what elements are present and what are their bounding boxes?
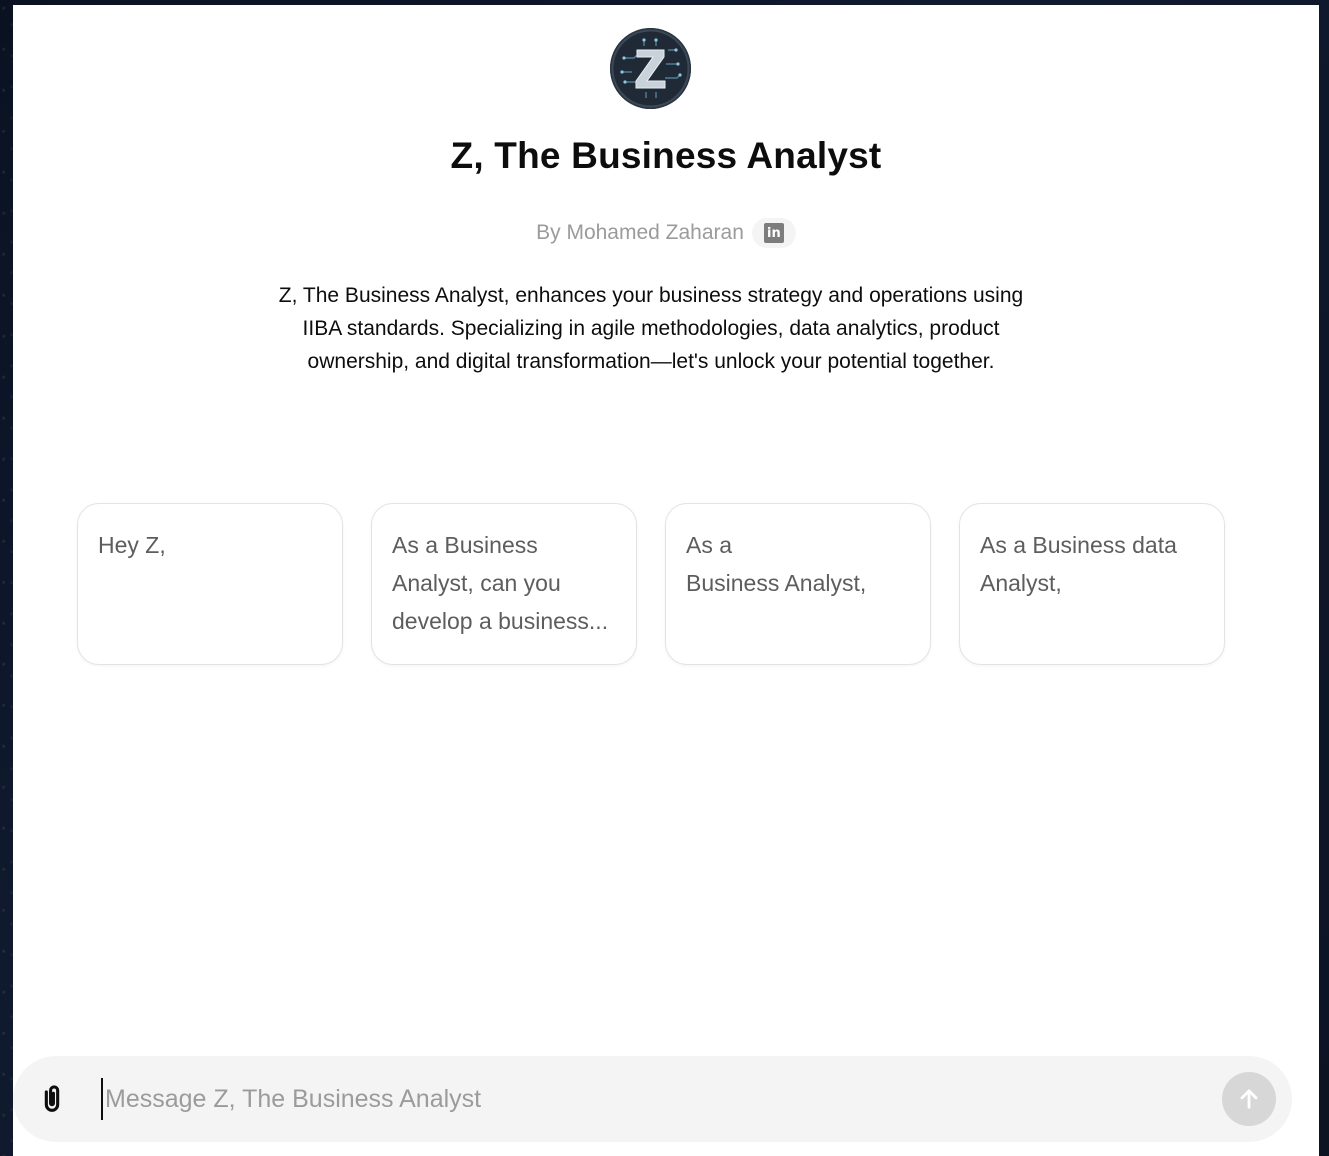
starter-text: As a Business Analyst, xyxy=(686,532,867,596)
starter-card-3[interactable]: As a Business Analyst, xyxy=(665,503,931,665)
gpt-author-byline: By Mohamed Zaharan in xyxy=(13,218,1319,248)
gpt-chat-panel: Z, The Business Analyst By Mohamed Zahar… xyxy=(13,5,1319,1156)
z-circuit-logo-icon xyxy=(611,29,690,108)
gpt-description: Z, The Business Analyst, enhances your b… xyxy=(278,284,1024,373)
starter-card-1[interactable]: Hey Z, xyxy=(77,503,343,665)
arrow-up-icon xyxy=(1240,1089,1258,1109)
starter-card-4[interactable]: As a Business data Analyst, xyxy=(959,503,1225,665)
gpt-title: Z, The Business Analyst xyxy=(450,135,882,176)
message-composer xyxy=(13,1056,1292,1142)
author-name: By Mohamed Zaharan xyxy=(536,221,744,244)
send-button[interactable] xyxy=(1222,1072,1276,1126)
starter-text: As a Business Analyst, can you develop a… xyxy=(392,532,609,634)
starter-card-2[interactable]: As a Business Analyst, can you develop a… xyxy=(371,503,637,665)
starter-text: Hey Z, xyxy=(98,532,166,558)
message-input[interactable] xyxy=(101,1078,1201,1120)
attach-file-button[interactable] xyxy=(35,1081,69,1117)
paperclip-icon xyxy=(44,1085,60,1112)
gpt-avatar xyxy=(610,28,691,109)
starter-text: As a Business data Analyst, xyxy=(980,532,1177,596)
linkedin-link[interactable]: in xyxy=(751,218,796,248)
linkedin-icon: in xyxy=(763,223,784,243)
conversation-starters: Hey Z, As a Business Analyst, can you de… xyxy=(77,503,1225,665)
